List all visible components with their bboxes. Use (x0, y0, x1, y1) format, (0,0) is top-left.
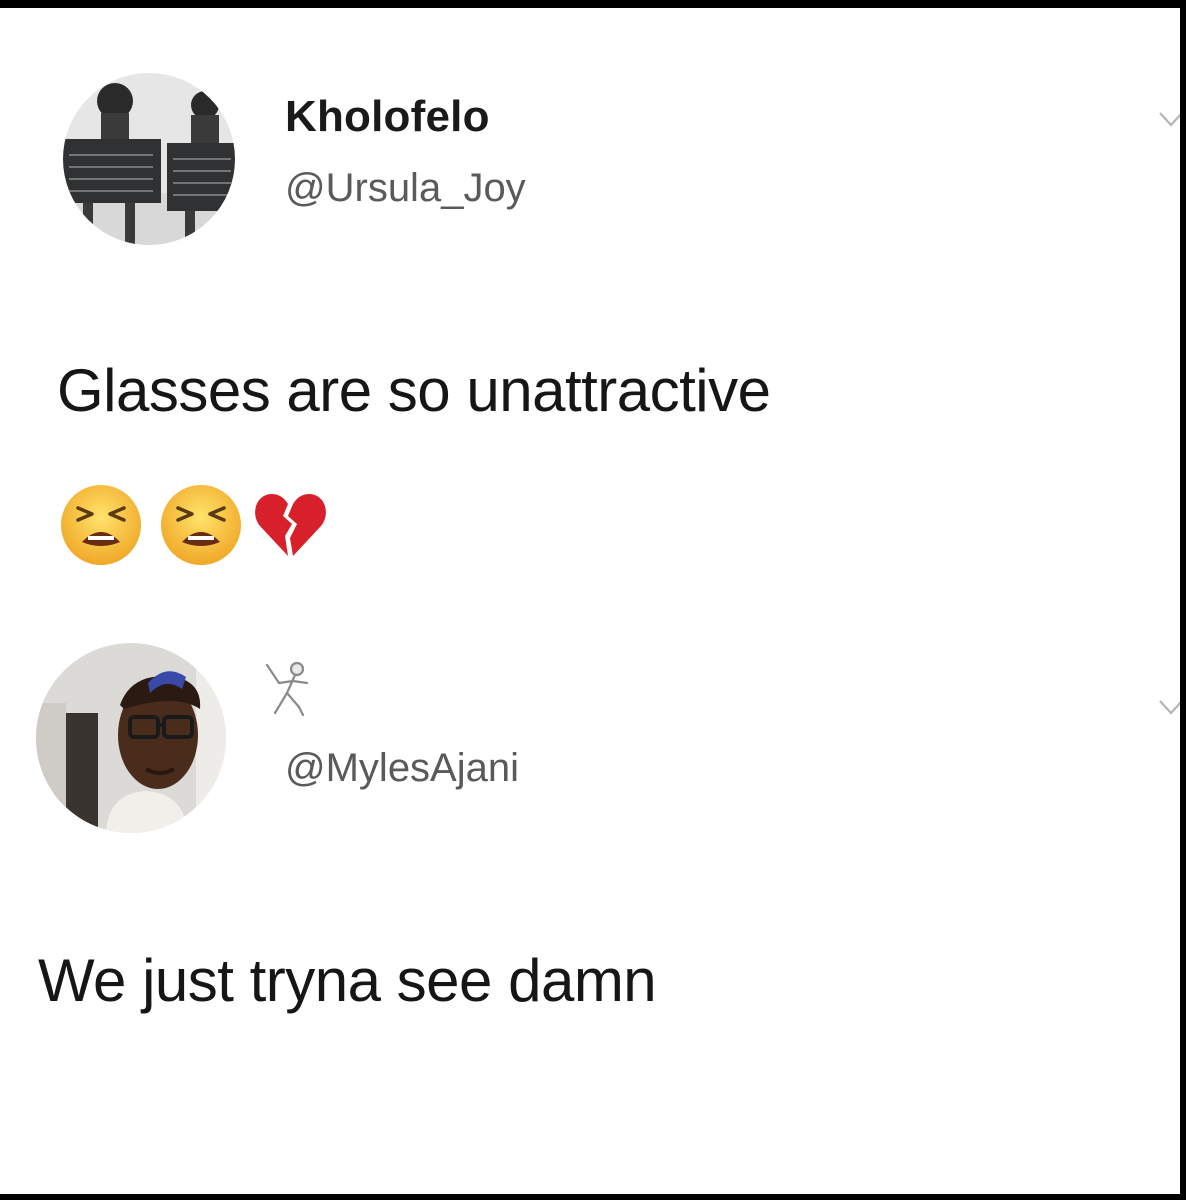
user-handle[interactable]: @MylesAjani (285, 746, 519, 791)
chevron-down-icon[interactable] (1158, 107, 1180, 133)
fencer-emoji (265, 661, 309, 717)
avatar[interactable] (36, 643, 226, 833)
avatar-photo (36, 643, 226, 833)
display-name[interactable]: Kholofelo (285, 92, 490, 142)
broken-heart-emoji (255, 494, 326, 556)
tweet-text: Glasses are so unattractive (57, 357, 771, 424)
avatar-photo (63, 73, 235, 245)
tweet-original[interactable]: Kholofelo @Ursula_Joy Glasses are so una… (0, 73, 1180, 593)
tweet-screenshot: Kholofelo @Ursula_Joy Glasses are so una… (0, 8, 1180, 1194)
tired-face-emoji (161, 485, 241, 565)
image-frame: Kholofelo @Ursula_Joy Glasses are so una… (0, 0, 1186, 1200)
avatar[interactable] (63, 73, 235, 245)
user-handle[interactable]: @Ursula_Joy (285, 166, 526, 211)
tweet-text: We just tryna see damn (38, 947, 657, 1014)
chevron-down-icon[interactable] (1158, 695, 1180, 721)
tweet-reply[interactable]: @MylesAjani We just tryna see damn (0, 635, 1180, 1055)
emoji-row (56, 480, 328, 570)
tired-face-emoji (61, 485, 141, 565)
